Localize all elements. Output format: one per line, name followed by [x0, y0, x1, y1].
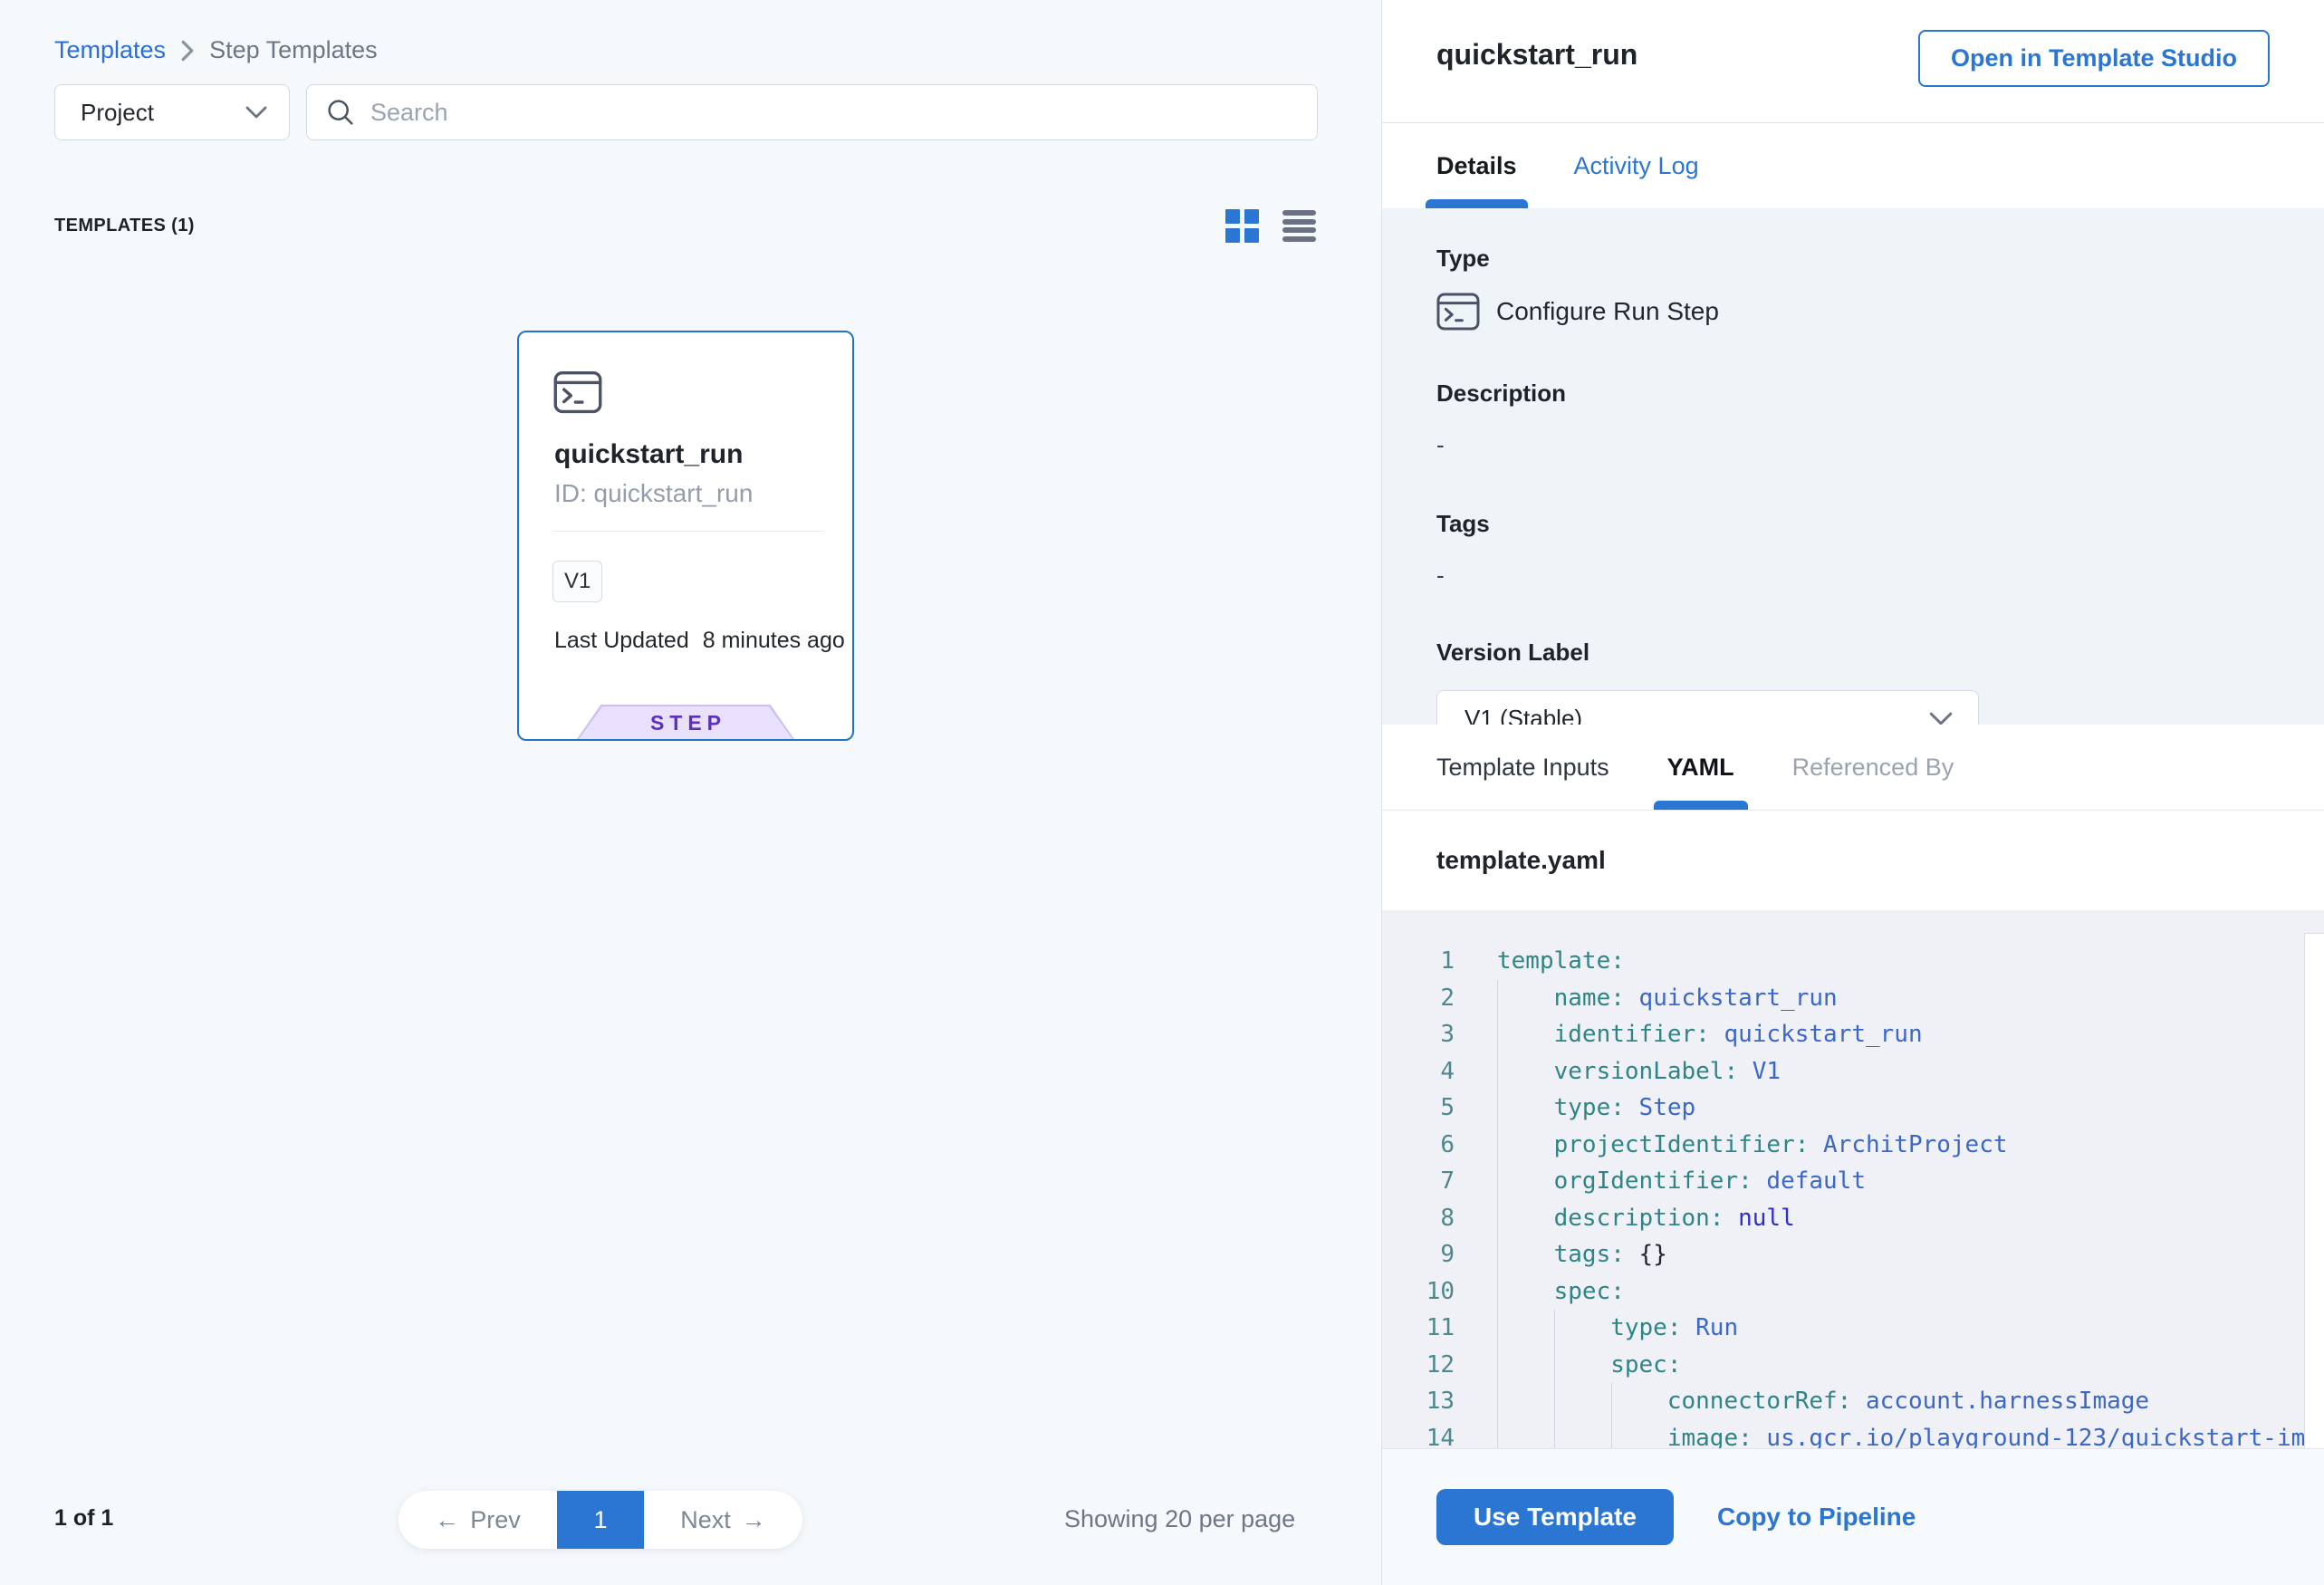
chevron-down-icon — [245, 106, 267, 119]
templates-list-panel: Templates Step Templates Project TEMPLAT… — [0, 0, 1381, 1585]
type-row: Configure Run Step — [1436, 293, 2270, 331]
yaml-line: 3 identifier: quickstart_run — [1382, 1016, 2324, 1053]
details-header: quickstart_run Open in Template Studio — [1382, 0, 2324, 122]
tab-yaml[interactable]: YAML — [1667, 725, 1734, 810]
indent-guide — [1497, 980, 1498, 1448]
search-icon — [325, 97, 356, 128]
copy-to-pipeline-link[interactable]: Copy to Pipeline — [1717, 1503, 1916, 1532]
details-section: Type Configure Run Step Description - Ta… — [1382, 208, 2324, 725]
scope-select[interactable]: Project — [54, 84, 290, 140]
type-value: Configure Run Step — [1496, 297, 1719, 326]
breadcrumb-templates-link[interactable]: Templates — [54, 36, 166, 64]
breadcrumb-current: Step Templates — [209, 36, 378, 64]
yaml-file-name: template.yaml — [1436, 846, 1606, 875]
pagination-position: 1 of 1 — [54, 1505, 113, 1532]
step-type-ribbon: STEP — [577, 705, 794, 739]
code-scrollbar[interactable] — [2304, 933, 2324, 1448]
breadcrumb-chevron-icon — [180, 39, 195, 62]
version-label: Version Label — [1436, 639, 2270, 667]
last-updated-label: Last Updated — [554, 628, 689, 654]
yaml-line: 4 versionLabel: V1 — [1382, 1053, 2324, 1090]
last-updated-value: 8 minutes ago — [703, 628, 845, 654]
chevron-down-icon — [1929, 712, 1953, 725]
yaml-code-lines: 1template:2 name: quickstart_run3 identi… — [1382, 943, 2324, 1449]
template-card[interactable]: quickstart_run ID: quickstart_run V1 Las… — [517, 331, 854, 741]
template-details-panel: quickstart_run Open in Template Studio D… — [1381, 0, 2324, 1585]
yaml-line: 13 connectorRef: account.harnessImage — [1382, 1383, 2324, 1420]
yaml-line: 9 tags: {} — [1382, 1236, 2324, 1273]
terminal-icon — [553, 370, 602, 414]
search-box — [306, 84, 1318, 140]
tab-details[interactable]: Details — [1436, 123, 1517, 208]
yaml-line: 14 image: us.gcr.io/playground-123/quick… — [1382, 1420, 2324, 1450]
search-input[interactable] — [370, 99, 1299, 127]
description-label: Description — [1436, 379, 2270, 408]
yaml-line: 1template: — [1382, 943, 2324, 980]
version-badge: V1 — [552, 561, 602, 602]
description-value: - — [1436, 431, 2270, 459]
yaml-line: 5 type: Step — [1382, 1090, 2324, 1127]
yaml-line: 2 name: quickstart_run — [1382, 980, 2324, 1017]
yaml-line: 10 spec: — [1382, 1273, 2324, 1311]
type-label: Type — [1436, 245, 2270, 273]
list-view-icon[interactable] — [1282, 209, 1316, 243]
tab-template-inputs[interactable]: Template Inputs — [1436, 725, 1609, 810]
use-template-button[interactable]: Use Template — [1436, 1489, 1674, 1545]
prev-page-button[interactable]: ← Prev — [399, 1491, 557, 1549]
scope-select-value: Project — [81, 99, 154, 127]
indent-guide — [1554, 1310, 1555, 1448]
card-divider — [552, 531, 824, 532]
view-toggles — [1225, 209, 1316, 243]
grid-view-icon[interactable] — [1225, 209, 1259, 243]
step-type-ribbon-label: STEP — [645, 711, 726, 735]
yaml-line: 12 spec: — [1382, 1347, 2324, 1384]
details-title: quickstart_run — [1436, 38, 1637, 72]
prev-label: Prev — [470, 1506, 521, 1534]
tab-activity-log[interactable]: Activity Log — [1574, 123, 1699, 208]
yaml-subtabs: Template Inputs YAML Referenced By — [1382, 725, 2324, 811]
tags-label: Tags — [1436, 510, 2270, 538]
page-1-button[interactable]: 1 — [557, 1491, 644, 1549]
template-card-title: quickstart_run — [554, 439, 743, 470]
next-arrow-icon: → — [742, 1506, 766, 1534]
file-row: template.yaml — [1382, 811, 2324, 910]
yaml-line: 8 description: null — [1382, 1200, 2324, 1237]
tab-referenced-by[interactable]: Referenced By — [1792, 725, 1954, 810]
last-updated-row: Last Updated 8 minutes ago — [554, 628, 845, 654]
yaml-line: 11 type: Run — [1382, 1310, 2324, 1347]
details-tabs: Details Activity Log — [1382, 122, 2324, 208]
tags-value: - — [1436, 562, 2270, 590]
prev-arrow-icon: ← — [435, 1506, 459, 1534]
pagination: ← Prev 1 Next → — [399, 1491, 802, 1549]
next-label: Next — [680, 1506, 731, 1534]
template-card-id: ID: quickstart_run — [554, 479, 753, 508]
templates-count-heading: TEMPLATES (1) — [54, 216, 195, 236]
terminal-icon — [1436, 293, 1480, 331]
yaml-line: 7 orgIdentifier: default — [1382, 1163, 2324, 1200]
details-footer: Use Template Copy to Pipeline — [1382, 1449, 2324, 1585]
breadcrumb: Templates Step Templates — [54, 36, 378, 64]
next-page-button[interactable]: Next → — [644, 1491, 802, 1549]
page-size-label: Showing 20 per page — [1064, 1505, 1295, 1533]
open-in-template-studio-button[interactable]: Open in Template Studio — [1918, 30, 2270, 87]
yaml-code-block: 1template:2 name: quickstart_run3 identi… — [1382, 910, 2324, 1449]
indent-guide — [1611, 1383, 1612, 1448]
yaml-line: 6 projectIdentifier: ArchitProject — [1382, 1127, 2324, 1164]
